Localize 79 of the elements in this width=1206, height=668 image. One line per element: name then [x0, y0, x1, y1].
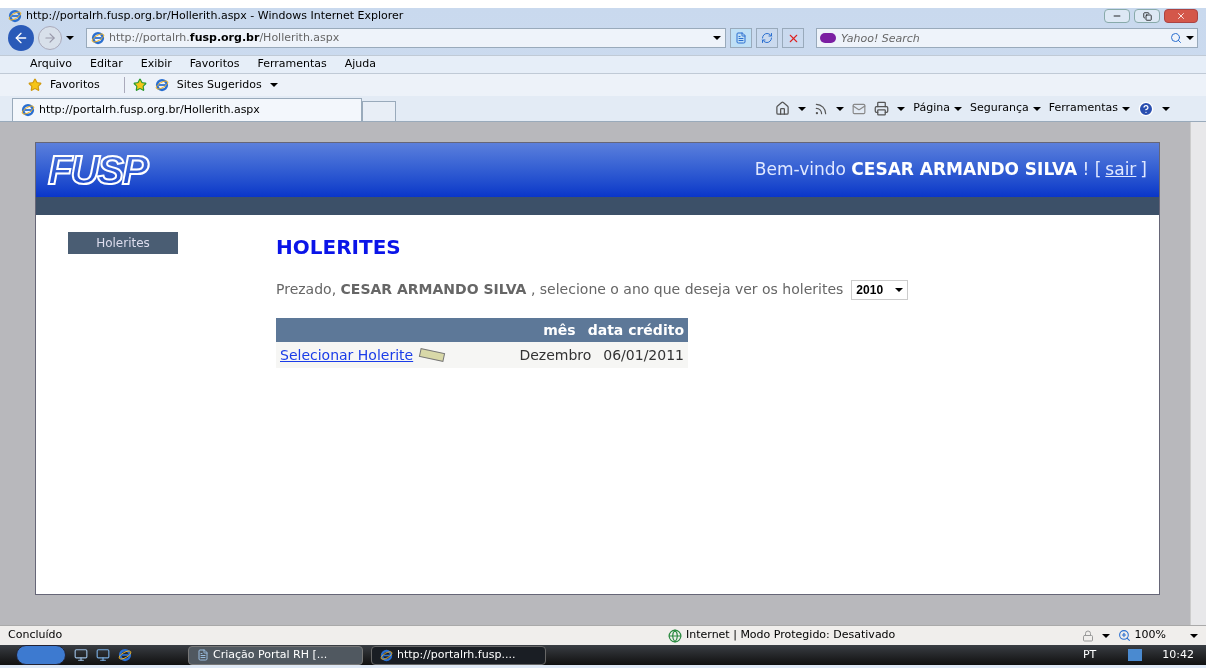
command-menu[interactable]: Página — [913, 100, 962, 117]
select-link[interactable]: Selecionar Holerite — [280, 344, 414, 366]
column-header: data crédito — [587, 320, 684, 340]
status-text: Concluído — [8, 627, 64, 644]
date-text: 06/01/2011 — [603, 345, 684, 365]
caret-icon[interactable] — [1162, 106, 1170, 111]
menu-item[interactable]: Ferramentas — [257, 56, 327, 73]
stop-icon[interactable] — [782, 28, 804, 48]
banknote-icon[interactable] — [417, 348, 448, 362]
refresh-icon[interactable] — [756, 28, 778, 48]
browser-icon — [21, 103, 35, 117]
zoom-icon[interactable] — [1117, 629, 1131, 642]
mail-icon[interactable] — [852, 101, 867, 116]
caret-icon[interactable] — [1186, 36, 1194, 40]
menu-item[interactable]: Editar — [90, 56, 123, 73]
year-select[interactable]: 2010 — [851, 279, 909, 300]
logout-link[interactable]: sair — [1105, 157, 1137, 183]
browser-tab[interactable]: http://portalrh.fusp.org.br/Hollerith.aspx — [12, 98, 362, 121]
security-zone: Internet | Modo Protegido: Desativado — [686, 627, 897, 644]
print-icon[interactable] — [874, 101, 890, 116]
star-icon — [28, 78, 42, 92]
globe-icon — [668, 628, 682, 643]
logo: FUSP — [48, 147, 147, 194]
feed-icon[interactable] — [814, 101, 829, 116]
minimize-button[interactable] — [1104, 9, 1130, 23]
address-field[interactable]: http://portalrh.fusp.org.br/Hollerith.aspx — [86, 28, 726, 48]
close-icon — [1176, 11, 1186, 21]
bracket-text: ] — [1140, 158, 1147, 182]
menu-item[interactable]: Favoritos — [189, 56, 240, 73]
browser-icon — [380, 648, 393, 662]
zoom-level[interactable]: 100% — [1134, 627, 1166, 644]
close-button[interactable] — [1164, 9, 1198, 23]
home-icon[interactable] — [775, 101, 791, 116]
caret-icon[interactable] — [1190, 633, 1198, 638]
add-favorite-icon[interactable] — [132, 78, 147, 92]
language-indicator[interactable]: PT — [1082, 646, 1097, 664]
taskbar-button[interactable]: http://portalrh.fusp.... — [371, 645, 546, 665]
window-title: http://portalrh.fusp.org.br/Hollerith.aspx - Windows Internet Explorer — [26, 7, 405, 24]
search-icon[interactable] — [1170, 32, 1182, 44]
caret-icon[interactable] — [66, 36, 74, 40]
sidebar-item[interactable]: Holerites — [68, 232, 178, 254]
forward-arrow-icon — [43, 31, 57, 45]
browser-icon — [154, 78, 169, 92]
desktop-icon[interactable] — [74, 648, 88, 662]
page-heading: HOLERITES — [276, 234, 402, 261]
welcome-text: Bem-vindo CESAR ARMANDO SILVA ! [ — [754, 158, 1102, 182]
window-switch-icon[interactable] — [96, 648, 110, 662]
browser-icon — [8, 9, 22, 23]
month-text: Dezembro — [519, 345, 592, 365]
menu-item[interactable]: Exibir — [140, 56, 172, 73]
command-menu[interactable]: Segurança — [969, 100, 1041, 117]
help-icon[interactable] — [1138, 100, 1154, 117]
browser-icon — [118, 648, 132, 662]
yahoo-logo-icon — [820, 33, 836, 43]
clock: 10:42 — [1162, 646, 1194, 663]
browser-icon — [91, 31, 105, 45]
favorites-button[interactable]: Favoritos — [50, 76, 100, 94]
document-icon — [197, 649, 209, 661]
compatibility-icon[interactable] — [730, 28, 752, 48]
caret-icon[interactable] — [713, 36, 721, 40]
caret-icon[interactable] — [1101, 634, 1110, 639]
taskbar-button[interactable]: Criação Portal RH [... — [188, 645, 363, 665]
restore-button[interactable] — [1134, 9, 1160, 23]
search-field[interactable]: Yahoo! Search — [816, 28, 1198, 48]
caret-icon[interactable] — [836, 106, 845, 111]
caret-icon[interactable] — [897, 106, 906, 111]
restore-icon — [1142, 11, 1152, 21]
intro-text: Prezado, CESAR ARMANDO SILVA , selecione o ano que deseja ver os holerites — [276, 280, 844, 299]
back-button[interactable] — [8, 25, 34, 51]
menu-item[interactable]: Ajuda — [344, 56, 377, 73]
caret-icon[interactable] — [895, 287, 904, 292]
url-text: http://portalrh.fusp.org.br/Hollerith.aspx — [109, 29, 341, 46]
lock-icon[interactable] — [1081, 629, 1094, 642]
caret-icon[interactable] — [798, 106, 807, 111]
suggested-sites-button[interactable]: Sites Sugeridos — [176, 76, 262, 94]
menu-item[interactable]: Arquivo — [30, 56, 73, 73]
command-menu[interactable]: Ferramentas — [1048, 100, 1130, 117]
column-header: mês — [543, 320, 576, 340]
caret-icon[interactable] — [269, 83, 278, 87]
